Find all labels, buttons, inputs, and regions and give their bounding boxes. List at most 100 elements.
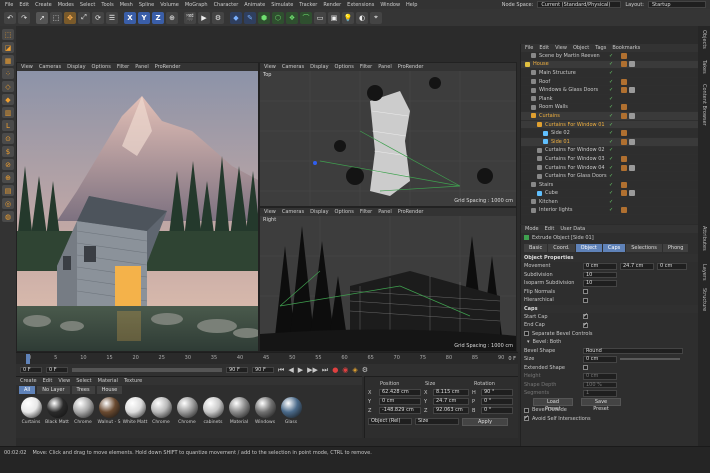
tab-takes-vertical[interactable]: Takes: [701, 60, 707, 74]
menu-extensions[interactable]: Extensions: [347, 2, 374, 8]
material-preview-sphere[interactable]: [124, 397, 146, 418]
render-settings-icon[interactable]: ⚙: [212, 11, 224, 24]
material-item[interactable]: Walnut - S: [97, 397, 121, 425]
menu-simulate[interactable]: Simulate: [271, 2, 293, 8]
tab-selections[interactable]: Selections: [626, 244, 662, 252]
menu-tracker[interactable]: Tracker: [299, 2, 317, 8]
keyframe-selection-icon[interactable]: ◈: [352, 366, 357, 374]
menu-mesh[interactable]: Mesh: [120, 2, 133, 8]
menu-render[interactable]: Render: [323, 2, 341, 8]
object-tree-row[interactable]: Windows & Glass Doors ✓: [521, 86, 698, 95]
node-space-select[interactable]: Current (Standard/Physical): [537, 1, 622, 8]
filter-no-layer[interactable]: No Layer: [37, 386, 70, 394]
visibility-check-icon[interactable]: ✓: [609, 156, 613, 162]
object-name[interactable]: Windows & Glass Doors: [539, 87, 598, 93]
flip-normals-checkbox[interactable]: [583, 289, 588, 295]
object-tree-row[interactable]: Cube ✓: [521, 190, 698, 199]
top-vp-menu-display[interactable]: Display: [310, 64, 328, 70]
object-name[interactable]: Stairs: [539, 182, 553, 188]
material-preview-sphere[interactable]: [72, 397, 94, 418]
menu-spline[interactable]: Spline: [139, 2, 154, 8]
material-tag-icon[interactable]: [621, 155, 627, 162]
object-tree-row[interactable]: Side 02 ✓: [521, 129, 698, 138]
right-vp-menu-display[interactable]: Display: [310, 209, 328, 215]
menu-help[interactable]: Help: [406, 2, 417, 8]
movement-z-field[interactable]: 0 cm: [657, 263, 687, 270]
mat-menu-create[interactable]: Create: [20, 378, 37, 384]
material-tag-icon[interactable]: [629, 164, 635, 171]
material-tag-icon[interactable]: [621, 112, 627, 119]
coord-size-field[interactable]: 92.063 cm: [433, 407, 469, 414]
vp-menu-prorender[interactable]: ProRender: [155, 64, 181, 70]
coord-rotation-field[interactable]: 0 °: [481, 407, 513, 414]
goto-start-icon[interactable]: ⏮: [278, 366, 284, 375]
coord-size-select[interactable]: Size: [415, 418, 459, 425]
snap-icon[interactable]: ⌖: [370, 11, 382, 24]
rotate-tool-icon[interactable]: ⟳: [92, 11, 104, 24]
subdivision-surface-icon[interactable]: ⬢: [258, 11, 270, 24]
material-tag-icon[interactable]: [621, 104, 627, 111]
separate-bevel-checkbox[interactable]: [524, 331, 529, 337]
right-vp-menu-cameras[interactable]: Cameras: [282, 209, 304, 215]
right-vp-menu-panel[interactable]: Panel: [378, 209, 392, 215]
material-tag-icon[interactable]: [621, 190, 627, 197]
object-name[interactable]: Curtains: [539, 113, 560, 119]
object-name[interactable]: Curtains For Glass Doors: [545, 173, 607, 179]
movement-y-field[interactable]: 24.7 cm: [620, 263, 654, 270]
right-viewport[interactable]: View Cameras Display Options Filter Pane…: [259, 207, 517, 352]
visibility-check-icon[interactable]: ✓: [609, 165, 613, 171]
coord-position-field[interactable]: -148.829 cm: [379, 407, 421, 414]
enable-axis-icon[interactable]: L: [2, 120, 14, 131]
select-arrow-icon[interactable]: ➚: [36, 11, 48, 24]
end-frame-field[interactable]: 90 F: [226, 366, 248, 374]
material-tag-icon[interactable]: [621, 130, 627, 137]
top-viewport[interactable]: View Cameras Display Options Filter Pane…: [259, 62, 517, 207]
object-name[interactable]: House: [533, 61, 549, 67]
menu-edit[interactable]: Edit: [19, 2, 29, 8]
bevel-outside-checkbox[interactable]: [524, 407, 529, 413]
save-preset-button[interactable]: Save Preset: [581, 397, 621, 412]
vp-menu-display[interactable]: Display: [67, 64, 85, 70]
top-vp-menu-filter[interactable]: Filter: [360, 64, 372, 70]
cube-primitive-icon[interactable]: ◆: [230, 11, 242, 24]
menu-animate[interactable]: Animate: [244, 2, 265, 8]
visibility-check-icon[interactable]: ✓: [609, 113, 613, 119]
make-editable-icon[interactable]: ⬚: [2, 29, 14, 40]
render-view-icon[interactable]: 🎬: [184, 11, 196, 24]
material-tag-icon[interactable]: [621, 138, 627, 145]
menu-select[interactable]: Select: [80, 2, 95, 8]
menu-modes[interactable]: Modes: [58, 2, 74, 8]
axis-y-toggle[interactable]: Y: [138, 11, 150, 24]
visibility-check-icon[interactable]: ✓: [609, 130, 613, 136]
bevel-shape-select[interactable]: Round: [583, 347, 683, 354]
undo-icon[interactable]: ↶: [4, 11, 16, 24]
visibility-check-icon[interactable]: ✓: [609, 96, 613, 102]
material-tag-icon[interactable]: [621, 52, 627, 59]
material-tag-icon[interactable]: [621, 207, 627, 214]
material-tag-icon[interactable]: [621, 164, 627, 171]
next-frame-icon[interactable]: ▶▶: [307, 366, 318, 374]
visibility-check-icon[interactable]: ✓: [609, 53, 613, 59]
object-name[interactable]: Roof: [539, 79, 550, 85]
filter-house[interactable]: House: [96, 386, 123, 394]
vp-menu-filter[interactable]: Filter: [117, 64, 129, 70]
object-name[interactable]: Scene by Martin Reeven: [539, 53, 600, 59]
visibility-check-icon[interactable]: ✓: [609, 79, 613, 85]
camera-object-icon[interactable]: ▣: [328, 11, 340, 24]
object-name[interactable]: Interior lights: [539, 207, 573, 213]
vp-menu-cameras[interactable]: Cameras: [39, 64, 61, 70]
top-vp-menu-options[interactable]: Options: [335, 64, 354, 70]
menu-volume[interactable]: Volume: [160, 2, 179, 8]
autokey-icon[interactable]: ◉: [342, 366, 348, 374]
move-tool-icon[interactable]: ✥: [64, 11, 76, 24]
visibility-check-icon[interactable]: ✓: [609, 147, 613, 153]
material-tag-icon[interactable]: [629, 87, 635, 94]
visibility-check-icon[interactable]: ✓: [609, 182, 613, 188]
object-name[interactable]: Main Structure: [539, 70, 576, 76]
object-tree-row[interactable]: Curtains For Window 03 ✓: [521, 155, 698, 164]
tab-phong[interactable]: Phong: [662, 244, 689, 252]
om-menu-edit[interactable]: Edit: [539, 45, 549, 51]
coord-rotation-field[interactable]: 90 °: [481, 389, 513, 396]
coord-rotation-field[interactable]: 0 °: [481, 398, 513, 405]
avoid-self-checkbox[interactable]: [524, 414, 529, 422]
